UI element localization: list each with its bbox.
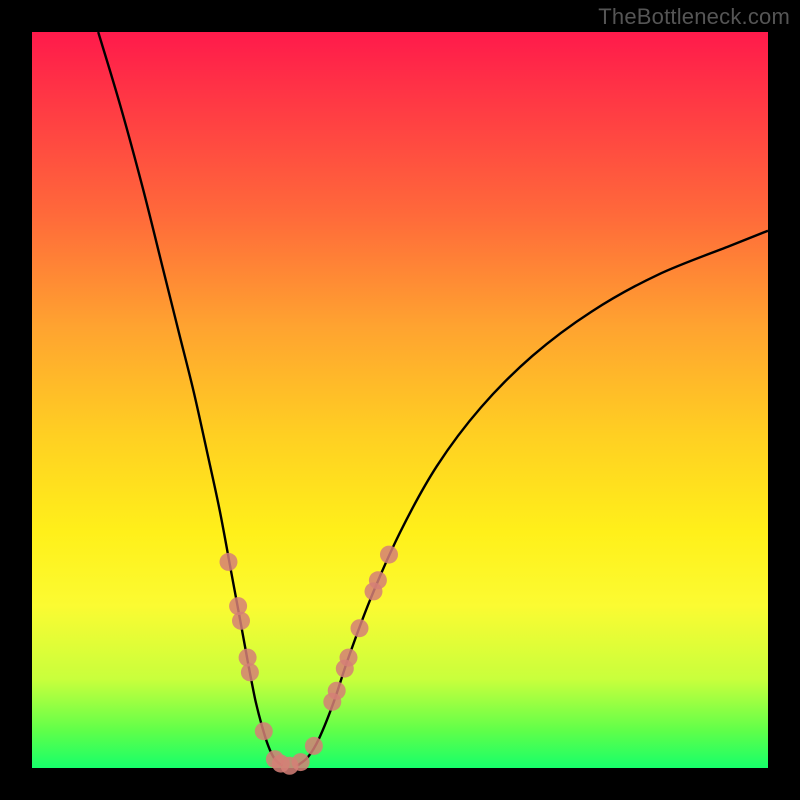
data-dot <box>232 612 250 630</box>
curve-layer <box>98 32 768 766</box>
data-dot <box>328 682 346 700</box>
data-dot <box>292 753 310 771</box>
data-dot <box>380 546 398 564</box>
data-dot <box>255 722 273 740</box>
data-dot <box>369 571 387 589</box>
chart-frame: TheBottleneck.com <box>0 0 800 800</box>
dot-layer <box>220 546 399 775</box>
data-dot <box>351 619 369 637</box>
data-dot <box>340 649 358 667</box>
data-dot <box>305 737 323 755</box>
data-dot <box>220 553 238 571</box>
data-dot <box>241 663 259 681</box>
right-curve <box>297 231 768 766</box>
chart-svg <box>0 0 800 800</box>
